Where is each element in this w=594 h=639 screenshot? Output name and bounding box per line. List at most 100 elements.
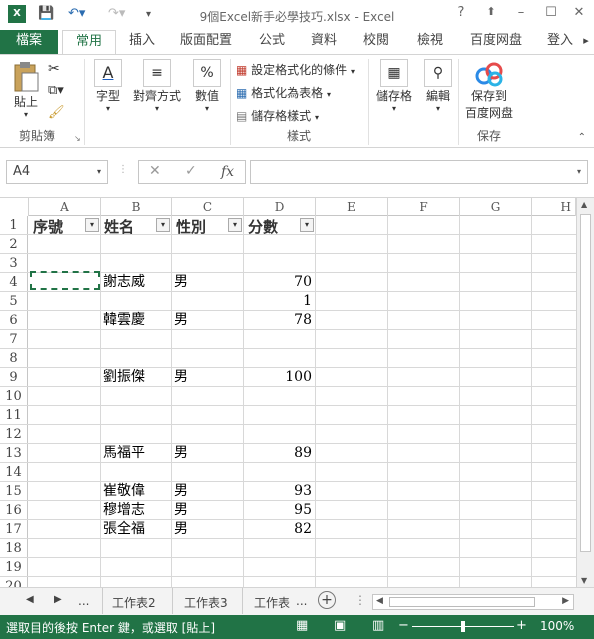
gender-cell[interactable]: 男 [171, 444, 243, 462]
gender-cell[interactable]: 男 [171, 273, 243, 291]
gender-cell[interactable]: 男 [171, 520, 243, 538]
collapse-ribbon-icon[interactable]: ⌃ [578, 132, 586, 143]
score-cell[interactable]: 1 [243, 292, 315, 310]
editing-button[interactable]: ⚲ 編輯 ▾ [420, 59, 456, 113]
score-cell[interactable]: 93 [243, 482, 315, 500]
row-header[interactable]: 2 [0, 235, 28, 253]
score-cell[interactable]: 89 [243, 444, 315, 462]
ribbon-scroll-right-icon[interactable]: ▸ [578, 30, 594, 54]
gender-cell[interactable]: 男 [171, 482, 243, 500]
name-cell[interactable]: 劉振傑 [100, 368, 171, 386]
save-to-baidu-button[interactable]: 保存到 百度网盘 [462, 61, 516, 121]
row-header[interactable]: 20 [0, 577, 28, 587]
number-button[interactable]: % 數值 ▾ [190, 59, 224, 113]
name-box[interactable]: A4 ▾ [6, 160, 108, 184]
tab-file[interactable]: 檔案 [0, 30, 58, 54]
close-button[interactable]: ✕ [568, 5, 590, 20]
name-cell[interactable]: 馬福平 [100, 444, 171, 462]
sheet-tab-3[interactable]: 工作表3 [184, 594, 228, 611]
add-sheet-icon[interactable]: + [318, 591, 336, 609]
cell-styles-button[interactable]: ▤ 儲存格樣式 ▾ [236, 107, 319, 124]
header-cell-d[interactable]: 分數 [248, 216, 278, 237]
tab-page-layout[interactable]: 版面配置 [174, 30, 238, 54]
row-header[interactable]: 19 [0, 558, 28, 576]
gender-cell[interactable]: 男 [171, 368, 243, 386]
insert-function-button[interactable]: fx [221, 164, 234, 180]
row-header[interactable]: 6 [0, 311, 28, 329]
row-header[interactable]: 15 [0, 482, 28, 500]
column-header-h[interactable]: H [532, 198, 576, 216]
row-header[interactable]: 10 [0, 387, 28, 405]
sheet-tab-4[interactable]: 工作表 [254, 594, 292, 611]
ribbon-display-button[interactable]: ⬆ [480, 5, 502, 18]
zoom-slider-thumb[interactable] [461, 621, 465, 632]
row-header[interactable]: 16 [0, 501, 28, 519]
row-header[interactable]: 8 [0, 349, 28, 367]
score-cell[interactable]: 82 [243, 520, 315, 538]
next-sheet-icon[interactable]: ▶ [54, 594, 62, 605]
minimize-button[interactable]: – [510, 5, 532, 20]
format-as-table-button[interactable]: ▦ 格式化為表格 ▾ [236, 84, 331, 101]
scroll-left-icon[interactable]: ◀ [376, 596, 383, 606]
row-header[interactable]: 14 [0, 463, 28, 481]
score-cell[interactable]: 78 [243, 311, 315, 329]
header-cell-b[interactable]: 姓名 [104, 216, 134, 237]
row-header[interactable]: 3 [0, 254, 28, 272]
sheet-tab-2[interactable]: 工作表2 [112, 594, 156, 611]
gender-cell[interactable]: 男 [171, 501, 243, 519]
filter-dropdown-icon[interactable]: ▾ [228, 218, 242, 232]
column-header-b[interactable]: B [101, 198, 172, 216]
name-cell[interactable]: 穆增志 [100, 501, 171, 519]
column-header-a[interactable]: A [29, 198, 101, 216]
copy-icon[interactable]: ⧉▾ [48, 83, 64, 98]
gender-cell[interactable]: 男 [171, 311, 243, 329]
enter-icon[interactable]: ✓ [185, 163, 197, 179]
row-header[interactable]: 11 [0, 406, 28, 424]
row-header[interactable]: 1 [0, 216, 28, 234]
more-sheets-left[interactable]: ... [78, 594, 89, 608]
column-header-g[interactable]: G [460, 198, 532, 216]
score-cell[interactable]: 70 [243, 273, 315, 291]
gender-cell[interactable] [171, 292, 243, 310]
row-header[interactable]: 17 [0, 520, 28, 538]
clipboard-launcher-icon[interactable]: ↘ [74, 134, 81, 143]
score-cell[interactable]: 95 [243, 501, 315, 519]
row-header[interactable]: 4 [0, 273, 28, 291]
tab-baidu[interactable]: 百度网盘 [462, 30, 530, 54]
row-header[interactable]: 12 [0, 425, 28, 443]
horizontal-scrollbar[interactable]: ◀ ▶ [372, 594, 574, 610]
tab-home[interactable]: 常用 [62, 30, 116, 55]
tab-insert[interactable]: 插入 [120, 30, 164, 54]
score-cell[interactable]: 100 [243, 368, 315, 386]
name-cell[interactable]: 張全福 [100, 520, 171, 538]
zoom-level[interactable]: 100% [540, 619, 574, 633]
page-break-view-icon[interactable]: ▥ [372, 618, 384, 633]
header-cell-c[interactable]: 性別 [176, 216, 206, 237]
cut-icon[interactable]: ✂ [48, 61, 60, 77]
row-header[interactable]: 13 [0, 444, 28, 462]
sign-in-link[interactable]: 登入 [540, 30, 580, 54]
filter-dropdown-icon[interactable]: ▾ [85, 218, 99, 232]
tab-data[interactable]: 資料 [302, 30, 346, 54]
prev-sheet-icon[interactable]: ◀ [26, 594, 34, 605]
row-header[interactable]: 18 [0, 539, 28, 557]
column-header-d[interactable]: D [244, 198, 316, 216]
tab-formulas[interactable]: 公式 [250, 30, 294, 54]
zoom-in-icon[interactable]: + [516, 618, 527, 633]
scroll-up-icon[interactable]: ▲ [581, 200, 587, 209]
paste-button[interactable]: 貼上 ▾ [8, 61, 44, 119]
cells-button[interactable]: ▦ 儲存格 ▾ [374, 59, 414, 113]
formula-input[interactable]: ▾ [250, 160, 588, 184]
row-header[interactable]: 7 [0, 330, 28, 348]
alignment-button[interactable]: ≡ 對齊方式 ▾ [132, 59, 182, 113]
header-cell-a[interactable]: 序號 [33, 216, 63, 237]
expand-formula-bar-icon[interactable]: ▾ [577, 167, 581, 176]
conditional-formatting-button[interactable]: ▦ 設定格式化的條件 ▾ [236, 61, 355, 78]
name-box-dropdown-icon[interactable]: ▾ [97, 161, 101, 183]
help-button[interactable]: ? [450, 5, 472, 20]
normal-view-icon[interactable]: ▦ [296, 618, 308, 633]
scroll-down-icon[interactable]: ▼ [581, 576, 587, 585]
vertical-scrollbar[interactable]: ▲ ▼ [576, 198, 594, 587]
tab-split-icon[interactable]: ⋮ [354, 593, 366, 607]
more-sheets-right[interactable]: ... [296, 594, 307, 608]
